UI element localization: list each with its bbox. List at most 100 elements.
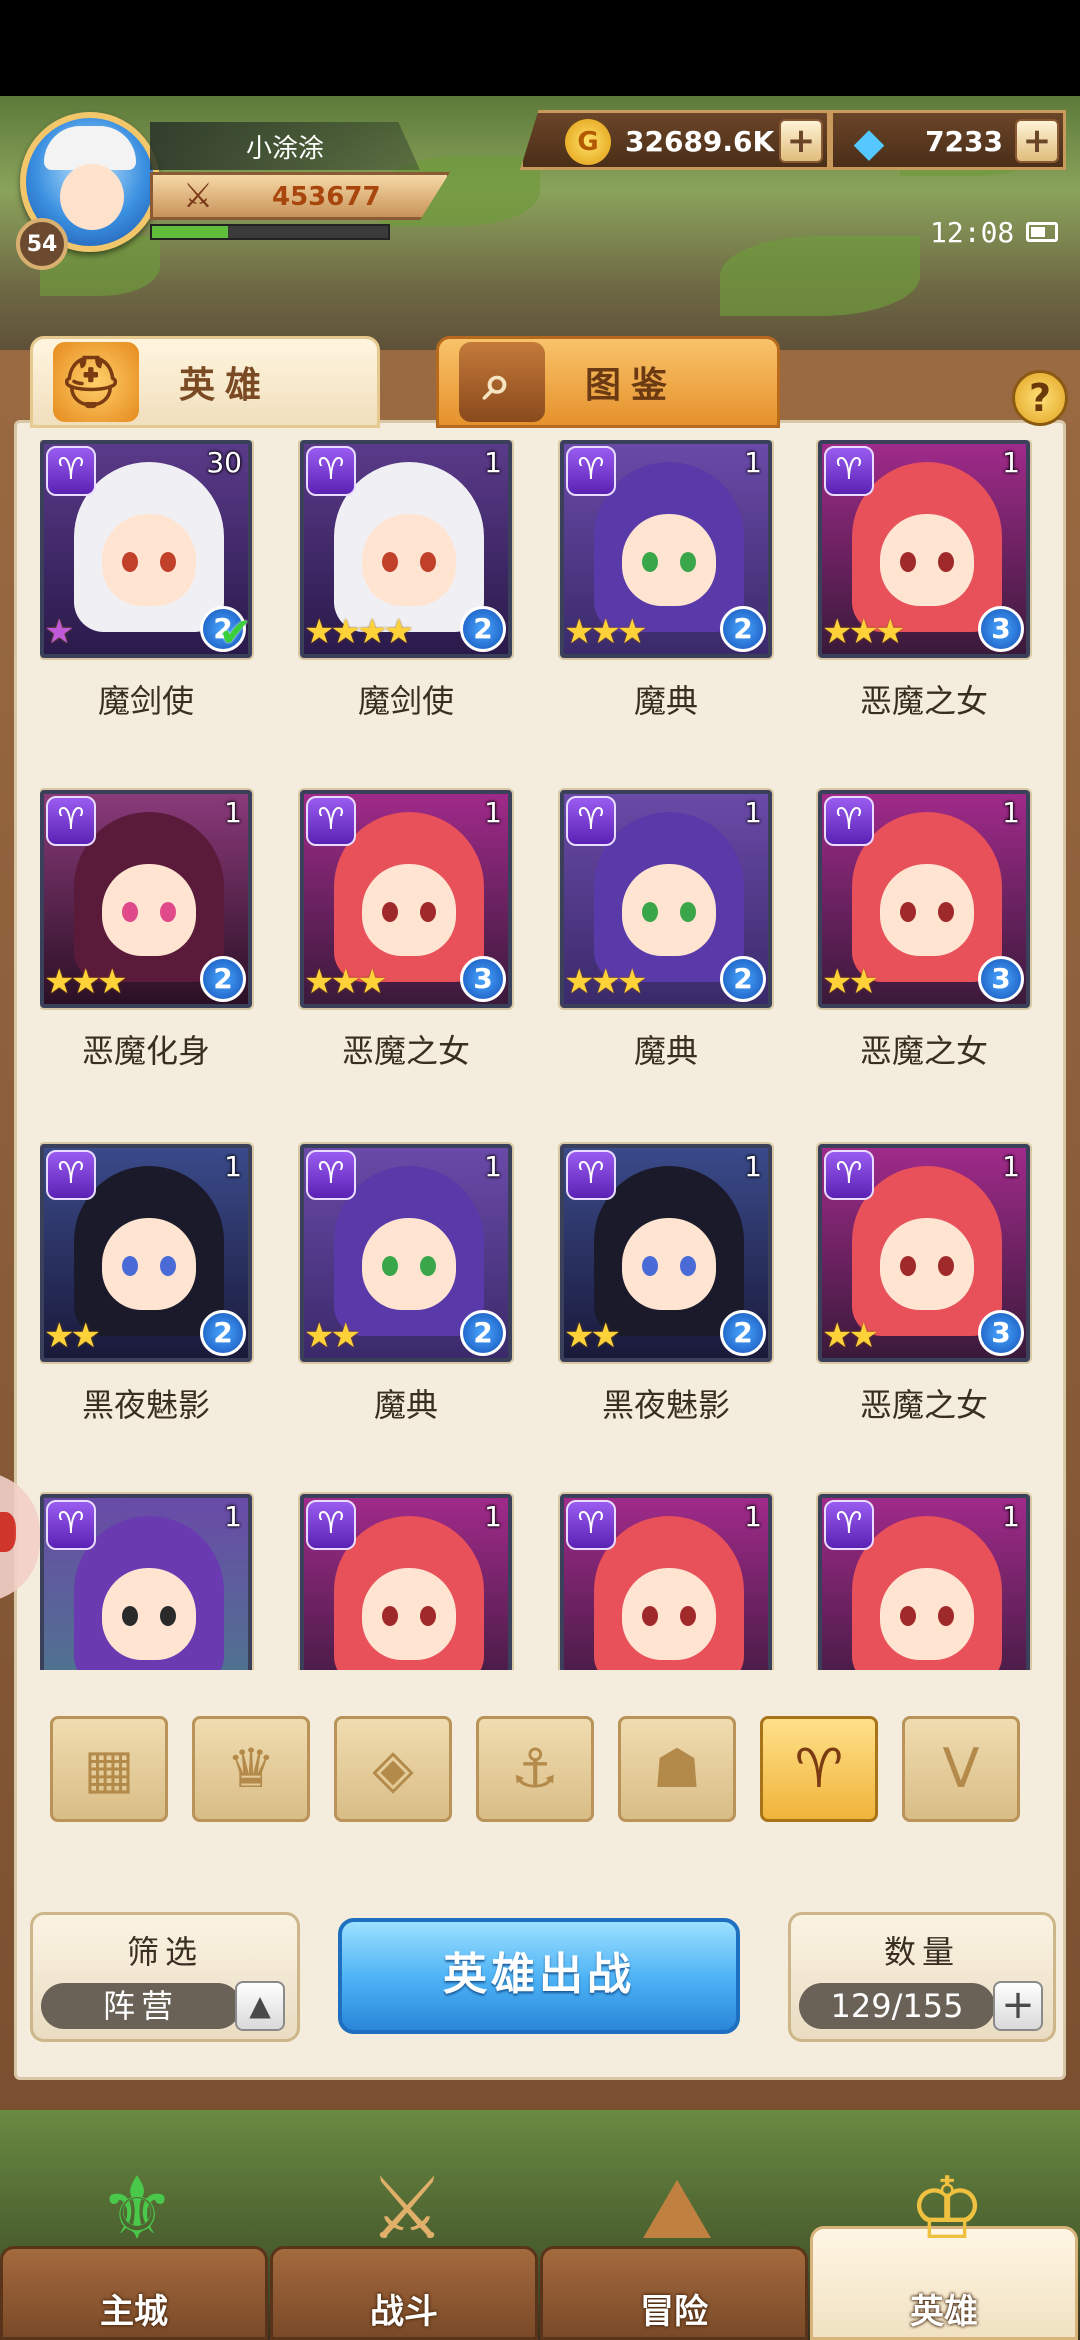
nav-label: 英雄 xyxy=(910,2292,978,2332)
nav-label: 冒险 xyxy=(640,2292,708,2332)
tab-heroes[interactable]: ⛑ 英雄 xyxy=(30,336,380,428)
adventure-map-icon: ⛰ xyxy=(640,2159,714,2259)
faction-filter-forest-crown-icon[interactable]: ♛ xyxy=(192,1716,310,1822)
hero-level: 1 xyxy=(484,446,502,479)
hero-level: 1 xyxy=(484,1150,502,1183)
deployed-check-icon: ✔ xyxy=(218,610,252,656)
hero-level: 1 xyxy=(1002,1500,1020,1533)
hero-portrait: ♈ 1 ★★★ 2 xyxy=(40,790,252,1008)
star-rating-icon: ★★★ xyxy=(564,962,647,1002)
faction-filter-demon-horns-icon[interactable]: ♈ xyxy=(760,1716,878,1822)
hero-rank-badge: 2 xyxy=(200,1310,246,1356)
nav-tab-1[interactable]: ⚔ 战斗 xyxy=(270,2159,538,2340)
hero-level: 1 xyxy=(1002,796,1020,829)
hero-level: 1 xyxy=(744,1500,762,1533)
hero-card[interactable]: ♈ 1 ★★★★ 2 魔剑使 xyxy=(300,440,512,770)
city-emblem-icon: ⚜ xyxy=(98,2159,176,2259)
player-name: 小涂涂 xyxy=(150,122,420,170)
hero-card[interactable]: ♈ 1 ★★★ 2 魔典 xyxy=(560,440,772,770)
hero-card[interactable]: ♈ 1 ★★ 3 恶魔之女 xyxy=(818,1144,1030,1474)
gold-coin-icon: G xyxy=(565,119,611,165)
demon-faction-icon: ♈ xyxy=(46,1500,96,1550)
tab-codex[interactable]: ⌕ 图鉴 xyxy=(436,336,780,428)
star-rating-icon: ★★★ xyxy=(822,612,905,652)
hero-name: 恶魔之女 xyxy=(859,1032,988,1070)
hero-card[interactable]: ♈ 30 ★ 2 ✔ 魔剑使 xyxy=(40,440,252,770)
hero-card[interactable]: ♈ 1 ★★★ 2 恶魔化身 xyxy=(40,790,252,1120)
demon-faction-icon: ♈ xyxy=(566,446,616,496)
hero-card[interactable]: ♈ 1 xyxy=(40,1494,252,1670)
faction-filter-wing-v-icon[interactable]: V xyxy=(902,1716,1020,1822)
nav-tab-3[interactable]: ♔ 英雄 xyxy=(810,2159,1078,2340)
bottom-nav: ⚜ 主城 ⚔ 战斗 ⛰ 冒险 ♔ 英雄 xyxy=(0,2159,1080,2340)
hero-card[interactable]: ♈ 1 ★★ 2 黑夜魅影 xyxy=(560,1144,772,1474)
magnifier-icon: ⌕ xyxy=(459,342,545,422)
faction-filter-beast-head-icon[interactable]: ☗ xyxy=(618,1716,736,1822)
hero-card[interactable]: ♈ 1 xyxy=(300,1494,512,1670)
hero-card[interactable]: ♈ 1 ★★★ 3 恶魔之女 xyxy=(300,790,512,1120)
hero-portrait: ♈ 1 ★★★ 3 xyxy=(818,440,1030,658)
hero-level: 1 xyxy=(744,1150,762,1183)
demon-faction-icon: ♈ xyxy=(306,1500,356,1550)
hero-portrait: ♈ 1 ★★★★ 2 xyxy=(300,440,512,658)
hero-count-value: 129/155 xyxy=(799,1983,995,2029)
star-rating-icon: ★★★ xyxy=(564,612,647,652)
hero-level: 1 xyxy=(484,1500,502,1533)
hero-name: 魔典 xyxy=(373,1386,438,1424)
hero-card[interactable]: ♈ 1 ★★ 2 黑夜魅影 xyxy=(40,1144,252,1474)
faction-filter-anchor-icon[interactable]: ⚓ xyxy=(476,1716,594,1822)
demon-faction-icon: ♈ xyxy=(306,796,356,846)
system-status-bar xyxy=(0,0,1080,96)
help-button[interactable]: ? xyxy=(1012,370,1068,426)
add-gems-button[interactable]: + xyxy=(1015,119,1059,163)
hero-level: 1 xyxy=(1002,1150,1020,1183)
star-rating-icon: ★ xyxy=(44,612,75,652)
star-rating-icon: ★★ xyxy=(564,1316,621,1356)
filter-toggle-button[interactable]: ▲ xyxy=(235,1981,285,2031)
hero-name: 魔典 xyxy=(633,682,698,720)
demon-faction-icon: ♈ xyxy=(824,1150,874,1200)
hero-level: 1 xyxy=(744,796,762,829)
deploy-heroes-button[interactable]: 英雄出战 xyxy=(338,1918,740,2034)
hero-card[interactable]: ♈ 1 ★★★ 3 恶魔之女 xyxy=(818,440,1030,770)
demon-faction-icon: ♈ xyxy=(46,796,96,846)
add-gold-button[interactable]: + xyxy=(779,119,823,163)
hero-card[interactable]: ♈ 1 ★★★ 2 魔典 xyxy=(560,790,772,1120)
hero-portrait: ♈ 1 xyxy=(818,1494,1030,1670)
faction-filter-rank-chevron-icon[interactable]: ◈ xyxy=(334,1716,452,1822)
hero-portrait: ♈ 1 ★★ 3 xyxy=(818,1144,1030,1362)
nav-tab-2[interactable]: ⛰ 冒险 xyxy=(540,2159,808,2340)
hero-name: 魔典 xyxy=(633,1032,698,1070)
hero-portrait: ♈ 1 xyxy=(300,1494,512,1670)
filter-value[interactable]: 阵营 xyxy=(41,1983,241,2029)
nav-tab-0[interactable]: ⚜ 主城 xyxy=(0,2159,268,2340)
gold-value: 32689.6K xyxy=(625,125,775,158)
tab-codex-label: 图鉴 xyxy=(585,365,678,406)
hero-name: 魔剑使 xyxy=(97,682,194,720)
faction-filter-grid-all-icon[interactable]: ▦ xyxy=(50,1716,168,1822)
hero-portrait: ♈ 1 ★★★ 3 xyxy=(300,790,512,1008)
demon-faction-icon: ♈ xyxy=(306,446,356,496)
hero-level: 1 xyxy=(224,796,242,829)
hero-card[interactable]: ♈ 1 xyxy=(560,1494,772,1670)
star-rating-icon: ★★ xyxy=(44,1316,101,1356)
star-rating-icon: ★★★★ xyxy=(304,612,414,652)
hero-portrait: ♈ 1 xyxy=(560,1494,772,1670)
hero-name: 恶魔化身 xyxy=(81,1032,210,1070)
hero-name: 恶魔之女 xyxy=(341,1032,470,1070)
hero-name: 黑夜魅影 xyxy=(601,1386,730,1424)
count-title: 数量 xyxy=(883,1933,960,1971)
demon-faction-icon: ♈ xyxy=(46,1150,96,1200)
hero-name: 黑夜魅影 xyxy=(81,1386,210,1424)
gold-counter: G 32689.6K + xyxy=(520,110,830,170)
hero-card[interactable]: ♈ 1 ★★ 2 魔典 xyxy=(300,1144,512,1474)
hero-rank-badge: 2 xyxy=(460,1310,506,1356)
hero-card[interactable]: ♈ 1 ★★ 3 恶魔之女 xyxy=(818,790,1030,1120)
battery-icon xyxy=(1026,222,1058,242)
diamond-icon: ◆ xyxy=(853,120,885,166)
hero-count-panel: 数量 129/155 + xyxy=(788,1912,1056,2042)
hero-card[interactable]: ♈ 1 xyxy=(818,1494,1030,1670)
player-level-badge: 54 xyxy=(16,218,68,270)
expand-capacity-button[interactable]: + xyxy=(993,1981,1043,2031)
demon-faction-icon: ♈ xyxy=(824,796,874,846)
